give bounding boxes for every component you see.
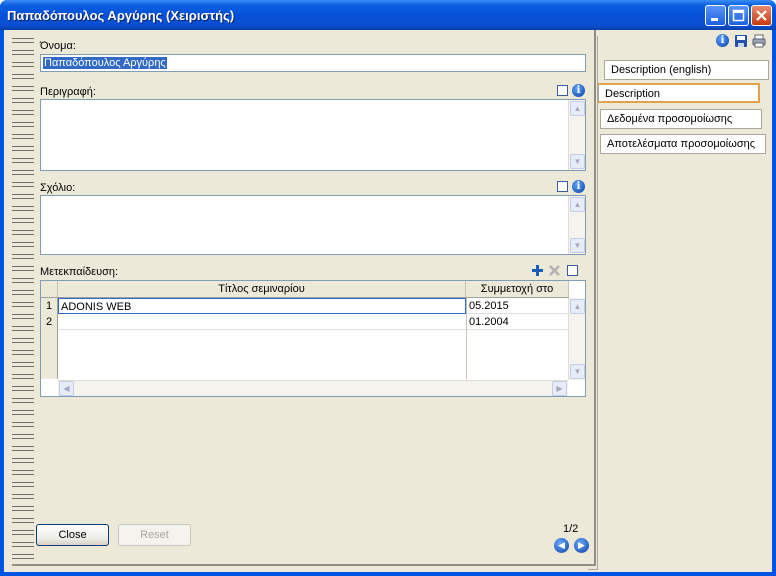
table-row[interactable]: 1 ADONIS WEB 05.2015	[41, 298, 569, 314]
next-page-icon[interactable]: ▶	[574, 538, 589, 553]
column-divider	[466, 330, 467, 379]
grid-horizontal-scrollbar[interactable]: ◀ ▶	[58, 380, 568, 396]
window-title: Παπαδόπουλος Αργύρης (Χειριστής)	[7, 8, 235, 23]
window-client-area: Όνομα: Παπαδόπουλος Αργύρης Περιγραφή: i…	[4, 30, 772, 572]
comment-expand-checkbox[interactable]	[557, 181, 568, 192]
grid-vertical-scrollbar[interactable]: ▲ ▼	[568, 298, 585, 380]
close-icon	[756, 10, 767, 21]
save-icon[interactable]	[734, 34, 748, 48]
tab-simulation-data[interactable]: Δεδομένα προσομοίωσης	[600, 109, 762, 129]
tab-description[interactable]: Description	[598, 83, 760, 103]
scroll-down-icon[interactable]: ▼	[570, 238, 585, 253]
row-number: 1	[41, 298, 58, 314]
info-icon[interactable]: i	[572, 180, 585, 193]
scroll-up-icon[interactable]: ▲	[570, 299, 585, 314]
minimize-icon	[711, 18, 718, 21]
delete-icon[interactable]	[548, 264, 561, 277]
tab-simulation-results[interactable]: Αποτελέσματα προσομοίωσης	[600, 134, 766, 154]
maximize-button[interactable]	[728, 5, 749, 26]
cell-title[interactable]	[58, 314, 466, 330]
print-icon[interactable]	[752, 34, 766, 48]
row-header-filler	[41, 330, 58, 379]
close-button[interactable]: Close	[36, 524, 109, 546]
table-row[interactable]: 2 01.2004	[41, 314, 569, 330]
info-icon[interactable]: i	[716, 34, 729, 47]
cell-date[interactable]: 05.2015	[466, 298, 569, 314]
column-header-date[interactable]: Συμμετοχή στο	[466, 281, 569, 297]
description-expand-checkbox[interactable]	[557, 85, 568, 96]
cell-date[interactable]: 01.2004	[466, 314, 569, 330]
scroll-up-icon[interactable]: ▲	[570, 101, 585, 116]
row-number-header	[41, 281, 58, 297]
info-icon[interactable]: i	[572, 84, 585, 97]
training-grid[interactable]: Τίτλος σεμιναρίου Συμμετοχή στο 1 ADONIS…	[40, 280, 586, 397]
reset-button[interactable]: Reset	[118, 524, 191, 546]
name-input[interactable]: Παπαδόπουλος Αργύρης	[40, 54, 586, 72]
description-label: Περιγραφή:	[40, 86, 96, 98]
scroll-down-icon[interactable]: ▼	[570, 364, 585, 379]
maximize-icon	[732, 9, 745, 22]
notebook-page: Όνομα: Παπαδόπουλος Αργύρης Περιγραφή: i…	[12, 30, 596, 566]
grid-expand-checkbox[interactable]	[567, 265, 578, 276]
notebook-binding	[12, 34, 34, 562]
name-value: Παπαδόπουλος Αργύρης	[43, 57, 167, 69]
scroll-right-icon[interactable]: ▶	[552, 381, 567, 396]
column-header-title[interactable]: Τίτλος σεμιναρίου	[58, 281, 466, 297]
title-bar[interactable]: Παπαδόπουλος Αργύρης (Χειριστής)	[0, 0, 776, 30]
minimize-button[interactable]	[705, 5, 726, 26]
training-label: Μετεκπαίδευση:	[40, 266, 119, 278]
scroll-left-icon[interactable]: ◀	[59, 381, 74, 396]
scroll-down-icon[interactable]: ▼	[570, 154, 585, 169]
comment-scrollbar[interactable]: ▲ ▼	[568, 196, 585, 254]
page-indicator: 1/2	[563, 523, 579, 535]
previous-page-icon[interactable]: ◀	[554, 538, 569, 553]
name-label: Όνομα:	[40, 40, 76, 52]
row-number: 2	[41, 314, 58, 330]
close-window-button[interactable]	[751, 5, 772, 26]
cell-title[interactable]: ADONIS WEB	[58, 298, 466, 314]
grid-header: Τίτλος σεμιναρίου Συμμετοχή στο	[41, 281, 569, 298]
side-panel: i Description (english) Description Δεδο…	[598, 30, 772, 572]
scroll-up-icon[interactable]: ▲	[570, 197, 585, 212]
description-textarea[interactable]: ▲ ▼	[40, 99, 586, 171]
application-window: Παπαδόπουλος Αργύρης (Χειριστής) Όνομα: …	[0, 0, 776, 576]
description-scrollbar[interactable]: ▲ ▼	[568, 100, 585, 170]
add-icon[interactable]	[531, 264, 544, 277]
comment-textarea[interactable]: ▲ ▼	[40, 195, 586, 255]
comment-label: Σχόλιο:	[40, 182, 76, 194]
tab-description-english[interactable]: Description (english)	[604, 60, 769, 80]
